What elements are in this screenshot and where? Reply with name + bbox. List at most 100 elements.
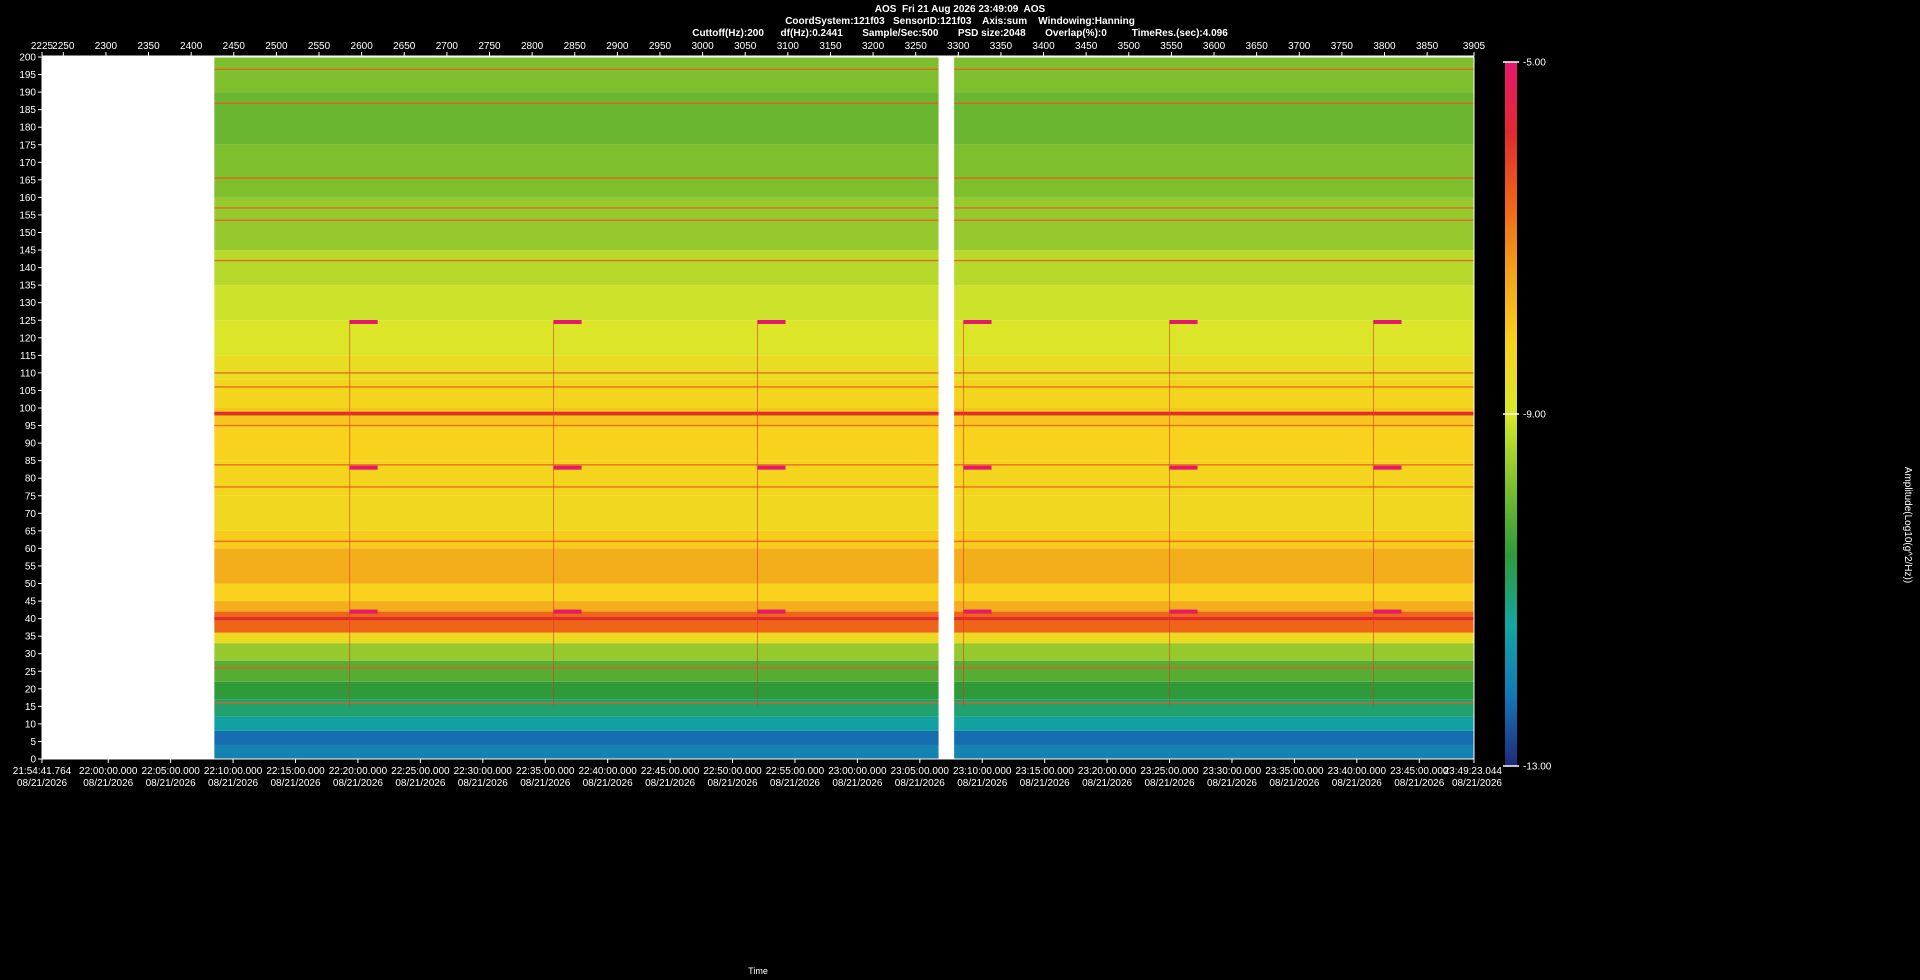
event-tone (757, 609, 786, 614)
event-tone (349, 320, 378, 325)
frequency-band (214, 530, 939, 549)
event-tone (349, 465, 378, 470)
y-axis-tick-label: 85 (25, 456, 37, 467)
frequency-band (214, 611, 939, 633)
frequency-band (214, 92, 939, 145)
y-axis-tick-label: 90 (25, 439, 37, 450)
top-axis-tick-label: 3250 (905, 41, 928, 52)
time-axis-tick-label: 22:25:00.000 (391, 766, 450, 777)
frequency-band (954, 355, 1474, 380)
top-axis-tick-label: 3050 (734, 41, 757, 52)
top-axis-tick-label: 3450 (1075, 41, 1098, 52)
top-axis-tick-label: 3800 (1373, 41, 1396, 52)
event-tone (757, 465, 786, 470)
y-axis-tick-label: 145 (19, 246, 36, 257)
y-axis-tick-label: 50 (25, 579, 37, 590)
y-axis-tick-label: 80 (25, 474, 37, 485)
data-segment (954, 57, 1474, 759)
y-axis-tick-label: 125 (19, 316, 36, 327)
top-axis: 2225 2250 2300 2350 2400 2450 2500 2550 2600 2650… (31, 41, 1486, 57)
time-axis-date-label: 08/21/2026 (270, 778, 320, 789)
y-axis-tick-label: 180 (19, 123, 36, 134)
frequency-band (214, 320, 939, 356)
event-tone (757, 320, 786, 325)
event-tone (963, 320, 992, 325)
frequency-axis: 0 5 10 15 20 25 30 35 40 45 50 55 60 65 70 75 80 85 90 95 10… (19, 53, 42, 766)
y-axis-tick-label: 165 (19, 175, 36, 186)
colorbar: -5.00 -9.00 -13.00 (1503, 58, 1552, 773)
time-axis-date-label: 08/21/2026 (1269, 778, 1319, 789)
time-axis-tick-label: 22:55:00.000 (766, 766, 825, 777)
y-axis-tick-label: 25 (25, 667, 37, 678)
time-axis-tick-label: 23:05:00.000 (891, 766, 950, 777)
event-tone (1373, 320, 1402, 325)
time-axis-tick-label: 23:10:00.000 (953, 766, 1012, 777)
frequency-band (954, 583, 1474, 602)
event-tone (963, 609, 992, 614)
frequency-band (214, 408, 939, 426)
event-tone (349, 609, 378, 614)
y-axis-tick-label: 35 (25, 632, 37, 643)
frequency-band (954, 320, 1474, 356)
time-axis-tick-label: 22:00:00.000 (79, 766, 138, 777)
frequency-band (954, 660, 1474, 682)
event-tone (553, 609, 582, 614)
time-axis-date-label: 08/21/2026 (957, 778, 1007, 789)
y-axis-tick-label: 120 (19, 333, 36, 344)
time-axis-tick-label: 23:45:00.000 (1390, 766, 1449, 777)
time-axis-date-label: 08/21/2026 (645, 778, 695, 789)
frequency-band (214, 681, 939, 700)
y-axis-tick-label: 175 (19, 140, 36, 151)
frequency-band (954, 611, 1474, 633)
y-axis-tick-label: 95 (25, 421, 37, 432)
top-axis-tick-label: 2800 (521, 41, 544, 52)
frequency-band (214, 699, 939, 717)
top-axis-tick-label: 3000 (691, 41, 714, 52)
time-axis-tick-label: 23:49:23.044 (1444, 766, 1503, 777)
y-axis-tick-label: 75 (25, 491, 37, 502)
top-axis-tick-label: 2400 (180, 41, 203, 52)
time-axis-tick-label: 22:10:00.000 (204, 766, 263, 777)
top-axis-tick-label: 2650 (393, 41, 416, 52)
frequency-band (954, 716, 1474, 731)
frequency-band (954, 681, 1474, 700)
top-axis-tick-label: 3700 (1288, 41, 1311, 52)
top-axis-tick-label: 2500 (265, 41, 288, 52)
y-axis-tick-label: 5 (30, 737, 36, 748)
time-axis-date-label: 08/21/2026 (1020, 778, 1070, 789)
frequency-band (214, 730, 939, 745)
top-axis-tick-label: 2950 (649, 41, 672, 52)
frequency-band (954, 197, 1474, 251)
event-tone (553, 465, 582, 470)
event-tone (1169, 465, 1198, 470)
event-tone (553, 320, 582, 325)
time-axis-date-label: 08/21/2026 (333, 778, 383, 789)
top-axis-tick-label: 3400 (1032, 41, 1055, 52)
time-axis-date-label: 08/21/2026 (1145, 778, 1195, 789)
y-axis-tick-label: 195 (19, 70, 36, 81)
frequency-band (954, 408, 1474, 426)
colorbar-tick-label: -5.00 (1523, 58, 1546, 69)
y-axis-tick-label: 40 (25, 614, 37, 625)
top-axis-tick-label: 3200 (862, 41, 885, 52)
top-axis-tick-label: 3500 (1118, 41, 1141, 52)
frequency-band (954, 495, 1474, 531)
y-axis-tick-label: 155 (19, 210, 36, 221)
frequency-band (954, 144, 1474, 198)
top-axis-tick-label: 2850 (564, 41, 587, 52)
top-axis-tick-label: 2450 (223, 41, 246, 52)
frequency-band (214, 379, 939, 408)
time-axis-tick-label: 23:00:00.000 (828, 766, 887, 777)
frequency-band (214, 548, 939, 584)
data-segment (214, 57, 939, 759)
y-axis-tick-label: 45 (25, 597, 37, 608)
time-axis-tick-label: 23:35:00.000 (1265, 766, 1324, 777)
frequency-band (214, 583, 939, 602)
top-axis-tick-label: 2750 (478, 41, 501, 52)
top-axis-tick-label: 3750 (1331, 41, 1354, 52)
y-axis-tick-label: 20 (25, 684, 37, 695)
y-axis-tick-label: 160 (19, 193, 36, 204)
time-axis-tick-label: 22:45:00.000 (641, 766, 700, 777)
y-axis-tick-label: 130 (19, 298, 36, 309)
time-axis-tick-label: 22:35:00.000 (516, 766, 575, 777)
